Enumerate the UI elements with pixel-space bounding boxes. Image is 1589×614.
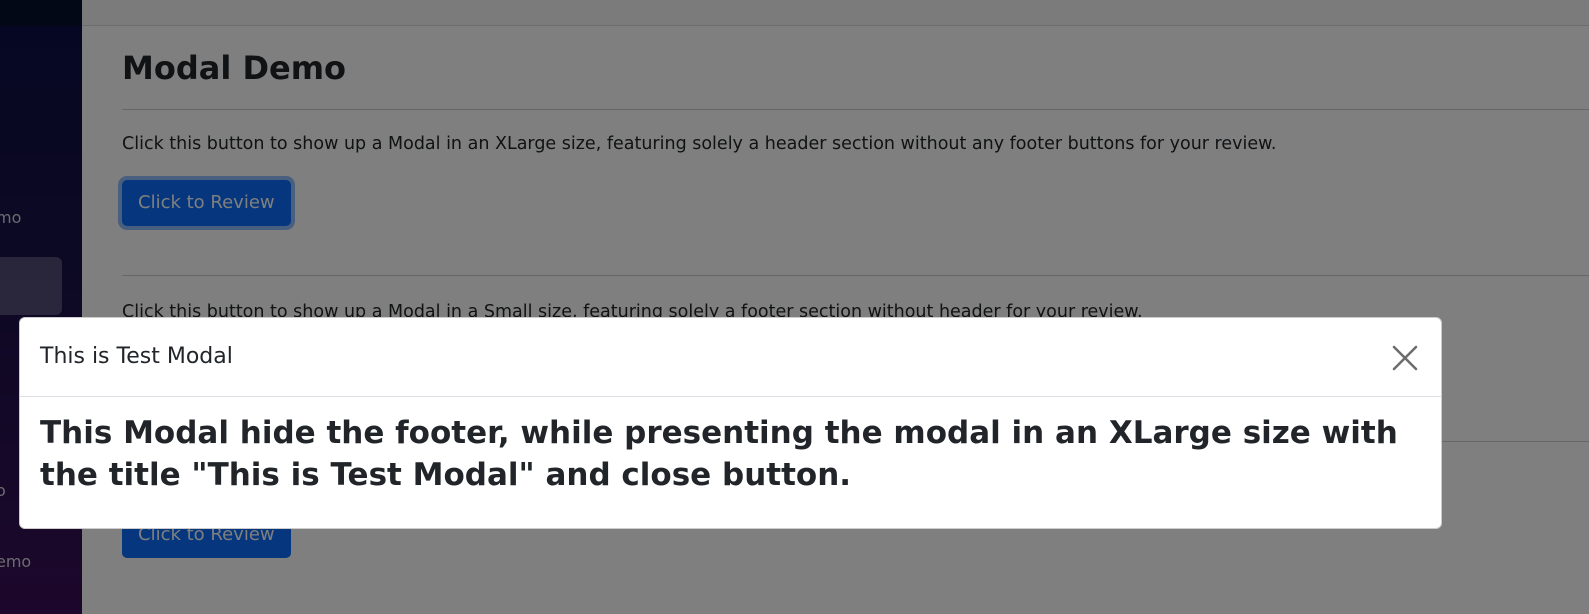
close-icon (1392, 345, 1418, 371)
modal-body-text: This Modal hide the footer, while presen… (40, 415, 1398, 493)
test-modal: This is Test Modal This Modal hide the f… (19, 317, 1442, 529)
modal-header: This is Test Modal (20, 318, 1441, 397)
modal-title: This is Test Modal (40, 344, 233, 369)
close-button[interactable] (1389, 342, 1421, 374)
